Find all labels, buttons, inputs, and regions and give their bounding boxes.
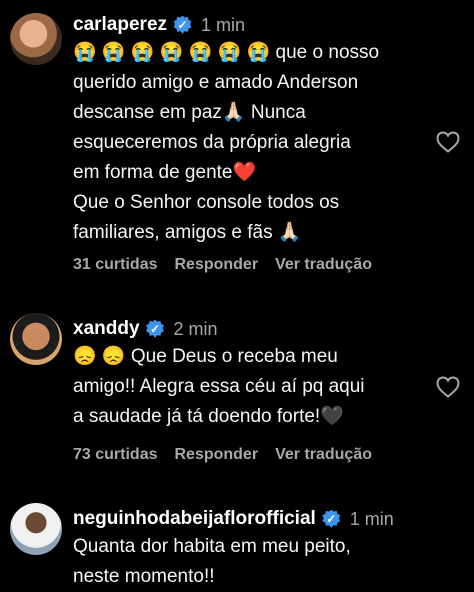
avatar[interactable] <box>10 503 62 555</box>
username[interactable]: neguinhodabeijaflorofficial <box>73 508 316 530</box>
comment-header: neguinhodabeijaflorofficial ✓ 1 min <box>73 508 394 530</box>
verified-badge-icon: ✓ <box>322 509 341 528</box>
comment-text: Quanta dor habita em meu peito, neste mo… <box>73 536 351 587</box>
timestamp: 1 min <box>349 508 394 529</box>
comment-item: neguinhodabeijaflorofficial ✓ 1 min Quan… <box>0 0 474 591</box>
